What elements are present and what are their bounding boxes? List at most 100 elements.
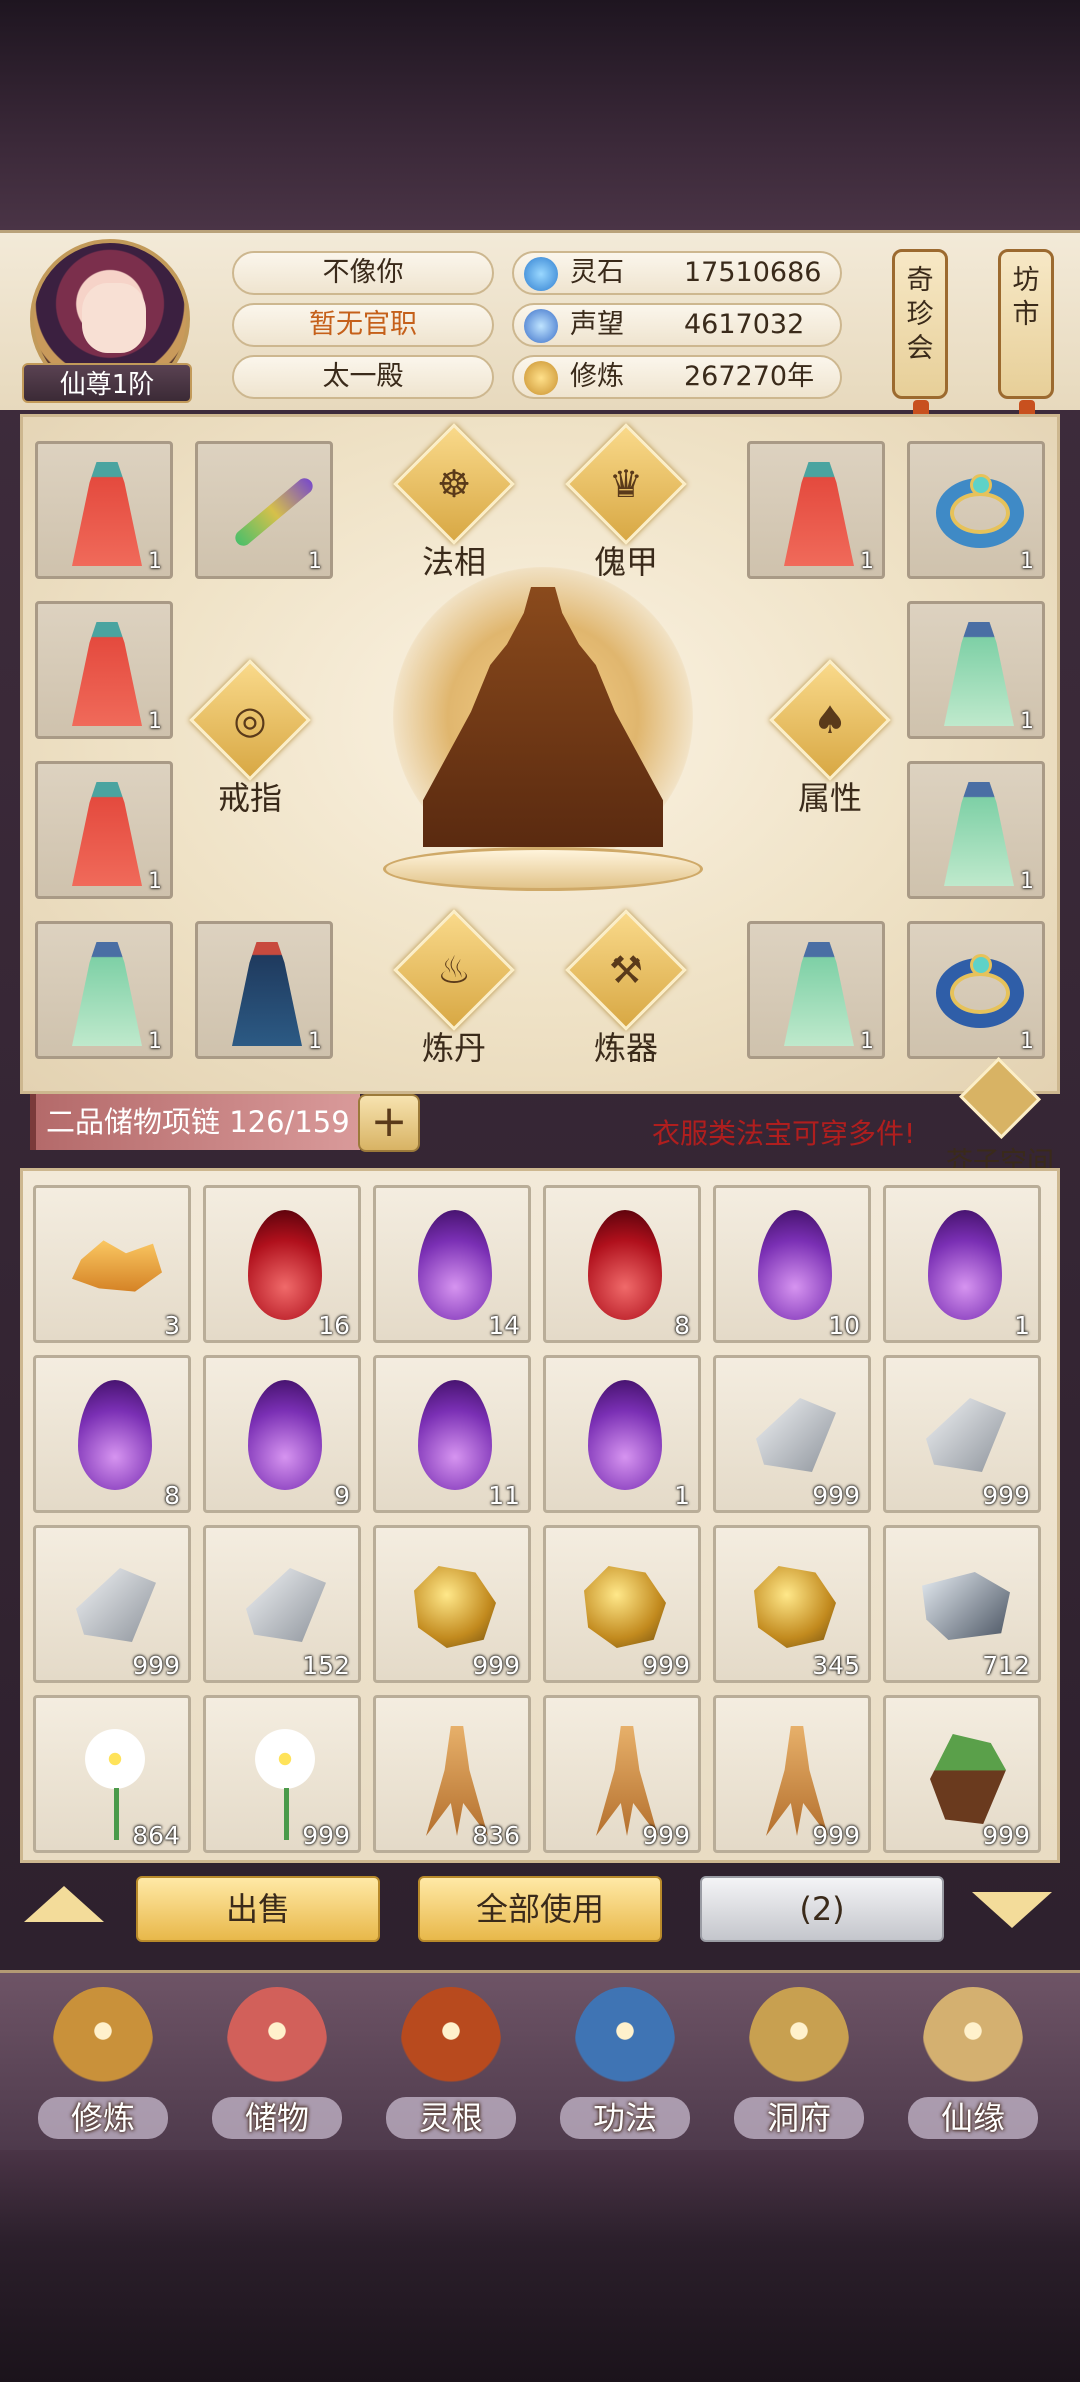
inventory-cell[interactable]: 999 [33,1525,191,1683]
inventory-cell[interactable]: 345 [713,1525,871,1683]
inventory-cell[interactable]: 10 [713,1185,871,1343]
equip-slot[interactable]: 1 [907,441,1045,579]
inventory-cell[interactable]: 712 [883,1525,1041,1683]
resource-label: 修炼 [570,361,624,392]
equip-slot[interactable]: 1 [907,601,1045,739]
item-count: 3 [164,1311,180,1340]
inventory-cell[interactable]: 864 [33,1695,191,1853]
inventory-cell[interactable]: 152 [203,1525,361,1683]
green-robe-icon [72,942,142,1046]
sword-icon [232,475,316,549]
forging-button[interactable]: ⚒ 炼器 [565,909,687,1077]
inventory-cell[interactable]: 8 [543,1185,701,1343]
nav-item-immortal-fate[interactable]: 仙缘 [898,1973,1048,2153]
inventory-cell[interactable]: 11 [373,1355,531,1513]
ring-button[interactable]: ◎ 戒指 [189,659,311,827]
inventory-cell[interactable]: 16 [203,1185,361,1343]
cultivation-icon [524,361,558,395]
inventory-cell[interactable]: 999 [203,1695,361,1853]
purple-flame-icon [588,1380,662,1490]
equip-slot[interactable]: 1 [907,921,1045,1059]
nav-item-cave-house[interactable]: 洞府 [724,1973,874,2153]
red-flame-icon [588,1210,662,1320]
blue-robe-icon [232,942,302,1046]
resource-value: 4617032 [684,309,805,340]
ginseng-icon [766,1726,828,1836]
inventory-cell[interactable]: 1 [883,1185,1041,1343]
resource-label: 声望 [570,309,624,340]
market-button[interactable]: 坊市 [998,249,1054,440]
nav-label: 仙缘 [940,2099,1005,2137]
page-up-arrow-icon[interactable] [24,1886,104,1922]
purple-flame-icon [418,1380,492,1490]
nav-item-cultivate[interactable]: 修炼 [28,1973,178,2153]
gold-ring-icon [936,474,1024,548]
equip-slot[interactable]: 1 [747,441,885,579]
equip-slot[interactable]: 1 [35,921,173,1059]
clothing-tip: 衣服类法宝可穿多件! [652,1117,916,1150]
expand-storage-button[interactable]: + [358,1094,420,1152]
inventory-cell[interactable]: 999 [883,1695,1041,1853]
nav-item-spirit-root[interactable]: 灵根 [376,1973,526,2153]
item-count: 999 [812,1481,860,1510]
forging-icon: ⚒ [565,909,687,1031]
inventory-cell[interactable]: 9 [203,1355,361,1513]
page-down-arrow-icon[interactable] [972,1892,1052,1928]
inventory-cell[interactable]: 14 [373,1185,531,1343]
manual-book-icon [575,1987,675,2097]
player-name: 不像你 [232,251,494,295]
equip-slot[interactable]: 1 [907,761,1045,899]
inventory-cell[interactable]: 836 [373,1695,531,1853]
equip-slot[interactable]: 1 [195,441,333,579]
page-indicator-button[interactable]: (2) [700,1876,944,1942]
item-count: 8 [674,1311,690,1340]
equip-slot[interactable]: 1 [35,761,173,899]
nav-item-storage-bag[interactable]: 储物 [202,1973,352,2153]
ring-icon: ◎ [189,659,311,781]
red-robe-icon [784,462,854,566]
gold-ore-icon [754,1566,836,1648]
purple-flame-icon [248,1380,322,1490]
kuijia-button[interactable]: ♛ 傀甲 [565,423,687,591]
inventory-cell[interactable]: 999 [543,1525,701,1683]
equipment-panel: 1 1 1 1 1 1 1 1 1 1 1 1 ☸ 法相 ♛ 傀甲 ◎ 戒指 ♠… [20,414,1060,1094]
use-all-button[interactable]: 全部使用 [418,1876,662,1942]
purple-flame-icon [928,1210,1002,1320]
gold-ore-icon [414,1566,496,1648]
stem [284,1788,289,1840]
bottom-letterbox [0,2150,1080,2382]
inventory-cell[interactable]: 3 [33,1185,191,1343]
cave-house-icon [749,1987,849,2097]
equip-slot[interactable]: 1 [35,601,173,739]
item-count: 1 [860,549,874,574]
inventory-cell[interactable]: 1 [543,1355,701,1513]
inventory-cell[interactable]: 999 [713,1355,871,1513]
attributes-button[interactable]: ♠ 属性 [769,659,891,827]
faxiang-button[interactable]: ☸ 法相 [393,423,515,591]
blue-ring-icon [936,954,1024,1028]
inventory-cell[interactable]: 8 [33,1355,191,1513]
nav-item-manual-book[interactable]: 功法 [550,1973,700,2153]
inventory-cell[interactable]: 999 [883,1355,1041,1513]
equip-slot[interactable]: 1 [747,921,885,1059]
cultivate-icon [53,1987,153,2097]
sell-button[interactable]: 出售 [136,1876,380,1942]
item-count: 1 [1014,1311,1030,1340]
iron-ore-icon [922,1572,1010,1640]
chest-icon [958,1056,1042,1140]
alchemy-button[interactable]: ♨ 炼丹 [393,909,515,1077]
treasure-auction-button[interactable]: 奇珍会 [892,249,948,440]
item-count: 999 [472,1651,520,1680]
item-count: 836 [472,1821,520,1850]
equip-slot[interactable]: 1 [35,441,173,579]
inventory-cell[interactable]: 999 [373,1525,531,1683]
inventory-cell[interactable]: 999 [713,1695,871,1853]
item-count: 999 [812,1821,860,1850]
item-count: 712 [982,1651,1030,1680]
gold-ore-icon [584,1566,666,1648]
item-count: 999 [982,1821,1030,1850]
mustard-space-button[interactable]: 芥子空间 [940,1056,1060,1178]
herb-root-icon [930,1734,1006,1824]
inventory-cell[interactable]: 999 [543,1695,701,1853]
equip-slot[interactable]: 1 [195,921,333,1059]
